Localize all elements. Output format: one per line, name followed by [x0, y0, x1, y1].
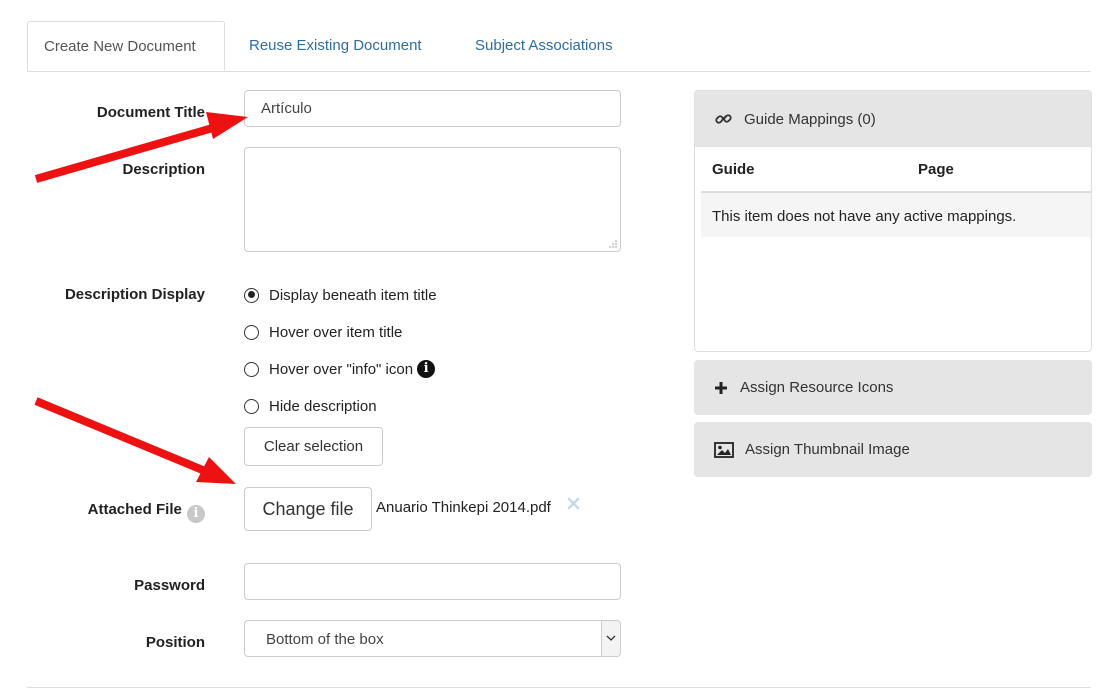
position-label: Position [145, 634, 205, 651]
password-input[interactable] [244, 563, 621, 600]
position-select[interactable]: Bottom of the box [244, 620, 621, 657]
radio-label: Hide description [269, 397, 377, 415]
description-label: Description [122, 161, 205, 178]
tab-bar: Create New Document Reuse Existing Docum… [27, 21, 1091, 72]
guide-mappings-title: Guide Mappings (0) [744, 110, 876, 128]
assign-resource-icons-button[interactable]: Assign Resource Icons [694, 360, 1092, 415]
radio-label: Hover over item title [269, 323, 403, 341]
radio-button[interactable] [244, 287, 259, 303]
document-title-input[interactable]: Artículo [244, 90, 621, 127]
info-icon: i [417, 360, 436, 378]
radio-hover-info-icon[interactable]: Hover over "info" icon i [244, 358, 436, 380]
resize-handle-icon[interactable] [609, 240, 617, 248]
radio-button[interactable] [244, 361, 259, 377]
radio-label: Display beneath item title [269, 286, 437, 304]
remove-file-icon[interactable] [567, 497, 580, 510]
plus-icon [715, 381, 727, 394]
document-title-label: Document Title [96, 104, 205, 121]
empty-mappings-message: This item does not have any active mappi… [712, 208, 1017, 225]
radio-hover-title[interactable]: Hover over item title [244, 321, 402, 343]
chevron-down-icon [606, 635, 616, 641]
attached-file-label-text: Attached File [87, 501, 182, 518]
assign-thumbnail-image-button[interactable]: Assign Thumbnail Image [694, 422, 1092, 477]
column-page: Page [918, 161, 954, 178]
select-arrow-box[interactable] [601, 621, 620, 656]
radio-display-beneath[interactable]: Display beneath item title [244, 284, 437, 306]
mappings-table-header: Guide Page [701, 147, 1091, 193]
guide-mappings-header: Guide Mappings (0) [695, 91, 1091, 147]
link-icon [715, 114, 732, 124]
attached-file-name: Anuario Thinkepi 2014.pdf [376, 499, 551, 516]
attached-file-label: Attached File i [20, 501, 205, 523]
image-icon [714, 441, 734, 458]
info-icon[interactable]: i [187, 505, 205, 523]
annotation-arrow-file [34, 397, 236, 484]
radio-button[interactable] [244, 324, 259, 340]
radio-button[interactable] [244, 398, 259, 414]
tab-subject-associations[interactable]: Subject Associations [459, 21, 629, 70]
radio-label: Hover over "info" icon [269, 360, 414, 378]
mappings-empty-row: This item does not have any active mappi… [701, 193, 1091, 237]
bottom-divider [27, 687, 1091, 688]
description-textarea[interactable] [244, 147, 621, 252]
tab-reuse-existing-document[interactable]: Reuse Existing Document [233, 21, 438, 70]
password-label: Password [134, 577, 205, 594]
assign-thumbnail-image-label: Assign Thumbnail Image [745, 441, 910, 458]
assign-resource-icons-label: Assign Resource Icons [740, 379, 894, 396]
clear-selection-button[interactable]: Clear selection [244, 427, 383, 466]
position-select-value: Bottom of the box [266, 631, 384, 648]
document-title-value: Artículo [261, 100, 312, 117]
description-display-label: Description Display [64, 286, 205, 303]
radio-hide-description[interactable]: Hide description [244, 395, 377, 417]
tab-create-new-document[interactable]: Create New Document [27, 21, 225, 71]
column-guide: Guide [712, 161, 755, 178]
change-file-button[interactable]: Change file [244, 487, 372, 531]
guide-mappings-panel: Guide Mappings (0) Guide Page This item … [694, 90, 1092, 352]
